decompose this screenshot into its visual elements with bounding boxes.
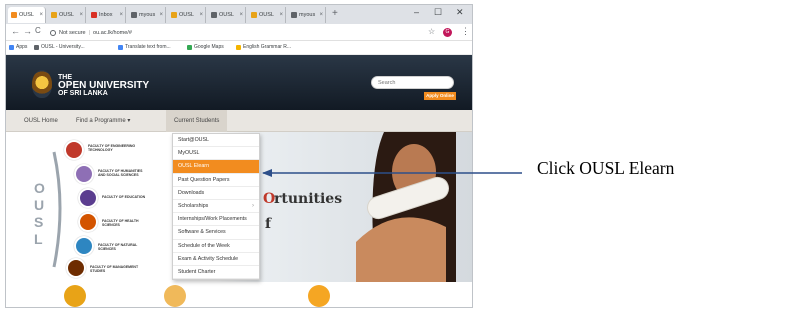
tutorial-figure: OUSL × OUSL × Inbox × myous × OUSL × OUS… <box>0 0 789 312</box>
annotation-arrow <box>262 169 522 177</box>
annotation-text: Click OUSL Elearn <box>537 158 675 178</box>
